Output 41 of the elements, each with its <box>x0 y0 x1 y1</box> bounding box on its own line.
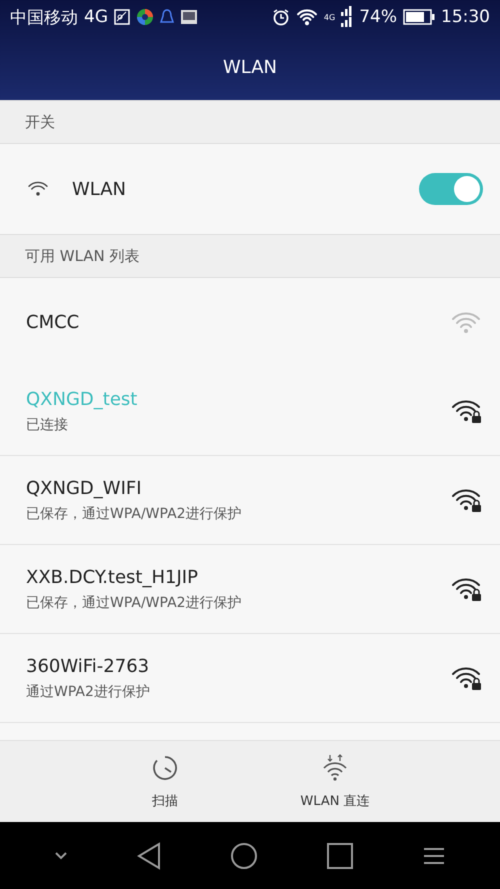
scan-icon <box>151 754 179 782</box>
wlan-toggle[interactable] <box>419 173 483 205</box>
clock-time: 15:30 <box>441 7 490 27</box>
screen-icon <box>180 9 198 25</box>
network-item[interactable]: QXNGD_test 已连接 <box>0 367 500 456</box>
network-item[interactable]: QXNGD_WIFI 已保存，通过WPA/WPA2进行保护 <box>0 456 500 545</box>
signal-icon <box>341 6 354 28</box>
battery-percent: 74% <box>359 7 397 27</box>
wlan-direct-button[interactable]: WLAN 直连 <box>280 741 390 822</box>
network-name: QXNGD_test <box>26 388 138 410</box>
battery-icon <box>403 9 435 25</box>
wlan-label: WLAN <box>72 178 128 200</box>
network-status: 已保存，通过WPA/WPA2进行保护 <box>26 504 243 522</box>
home-icon <box>230 842 258 870</box>
network-status: 通过WPA2进行保护 <box>26 682 151 700</box>
network-name: QXNGD_WIFI <box>26 478 143 498</box>
back-icon <box>137 842 162 870</box>
app-icon <box>136 8 154 26</box>
scan-button[interactable]: 扫描 <box>110 741 220 822</box>
picture-icon <box>114 9 130 25</box>
menu-icon <box>422 846 446 866</box>
signal-label: 4G <box>324 12 336 22</box>
wifi-icon <box>296 8 318 26</box>
network-item[interactable]: CMCC <box>0 278 500 367</box>
recents-icon <box>326 842 353 868</box>
section-header: 可用 WLAN 列表 <box>0 234 500 278</box>
carrier-name: 中国移动 <box>10 6 78 28</box>
network-item[interactable]: XXB.DCY.test_H1JIP 已保存，通过WPA/WPA2进行保护 <box>0 545 500 634</box>
wifi-direct-icon <box>321 754 349 782</box>
chevron-icon <box>54 850 68 860</box>
network-status: 已连接 <box>26 416 69 434</box>
alarm-icon <box>272 8 290 26</box>
network-name: XXB.DCY.test_H1JIP <box>26 566 199 588</box>
section-header: 开关 <box>0 100 500 144</box>
network-name: 360WiFi-2763 <box>26 656 150 676</box>
network-status: 已保存，通过WPA/WPA2进行保护 <box>26 594 243 612</box>
network-type: 4G <box>84 7 108 27</box>
network-item[interactable]: 360WiFi-2763 通过WPA2进行保护 <box>0 634 500 723</box>
network-name: CMCC <box>26 312 80 333</box>
screen-title: WLAN <box>222 56 278 78</box>
wifi-icon <box>26 180 50 198</box>
